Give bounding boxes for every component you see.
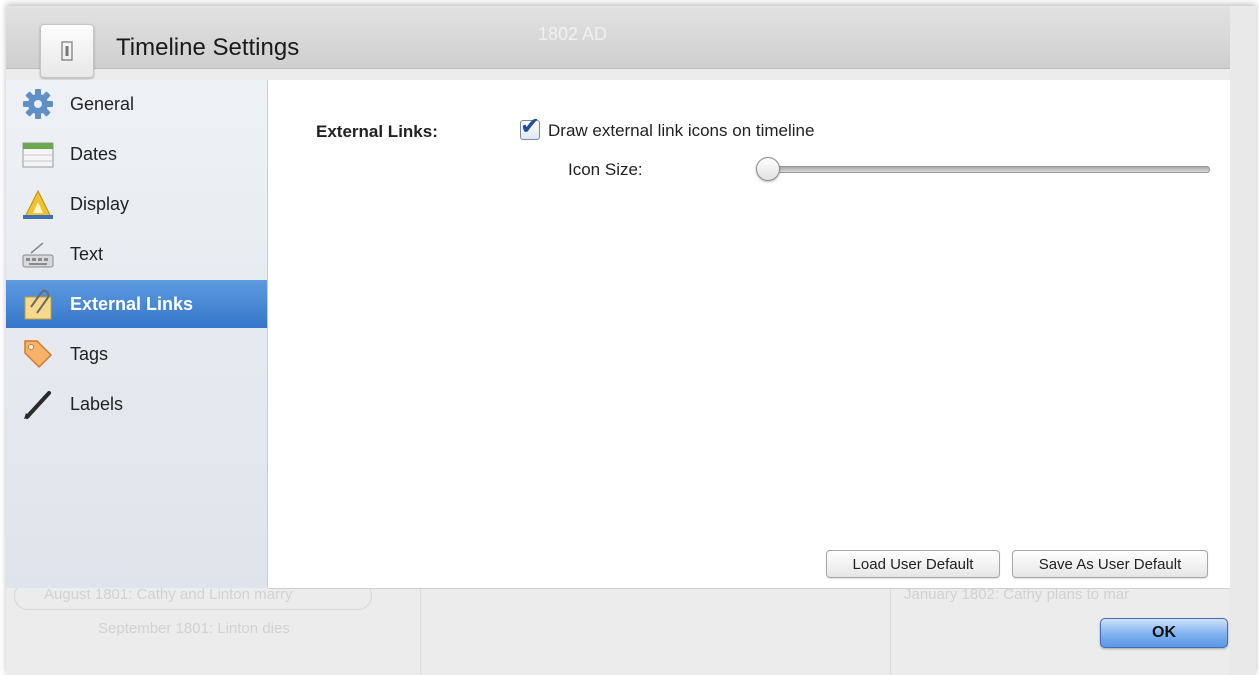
sidebar-item-label: Dates [70,143,118,164]
background-gridline [890,588,891,675]
sidebar-item-label: Display [70,193,130,214]
sidebar-item-label: Text [70,243,104,264]
background-inspector-strip [1230,6,1256,675]
icon-size-slider-thumb[interactable] [756,157,780,181]
checkmark-icon: ✔ [520,113,541,140]
sidebar-item-label: External Links [70,293,194,314]
sidebar-item-label: Labels [70,393,124,414]
background-year-label: 1802 AD [538,24,608,44]
sidebar-item-external-links[interactable]: External Links [6,280,267,328]
tag-icon [20,336,56,372]
pencil-icon [20,386,56,422]
info-icon [40,24,94,78]
draw-link-icons-label[interactable]: Draw external link icons on timeline [548,121,814,141]
sidebar-item-labels[interactable]: Labels [6,380,267,428]
gear-icon [20,86,56,122]
background-event-1: August 1801: Cathy and Linton marry [44,586,293,603]
external-links-pane: External Links: ✔ Draw external link ico… [268,80,1230,589]
load-user-default-button[interactable]: Load User Default [826,550,1000,578]
keyboard-icon [20,236,56,272]
draw-link-icons-checkbox[interactable]: ✔ [520,115,540,140]
timeline-settings-window: 1802 AD August 1801: Cathy and Linton ma… [6,6,1256,675]
sidebar-item-tags[interactable]: Tags [6,330,267,378]
paperclip-icon [20,286,56,322]
external-links-section-label: External Links: [316,122,438,141]
save-as-user-default-button[interactable]: Save As User Default [1012,550,1208,578]
sidebar-item-dates[interactable]: Dates [6,130,267,178]
icon-size-slider-track[interactable] [766,166,1210,173]
sidebar-item-general[interactable]: General [6,80,267,128]
triangle-ruler-icon [20,186,56,222]
icon-size-label: Icon Size: [568,160,643,179]
ok-button[interactable]: OK [1100,618,1228,648]
sidebar-item-label: General [70,93,135,114]
sidebar-item-label: Tags [70,343,109,364]
background-event-2: September 1801: Linton dies [98,620,290,637]
background-gridline [420,588,421,675]
sidebar-item-text[interactable]: Text [6,230,267,278]
sidebar-item-display[interactable]: Display [6,180,267,228]
dialog-title: Timeline Settings [116,34,300,61]
calendar-icon [20,136,56,172]
settings-sidebar: General Dates Display Text External Link… [6,80,268,588]
